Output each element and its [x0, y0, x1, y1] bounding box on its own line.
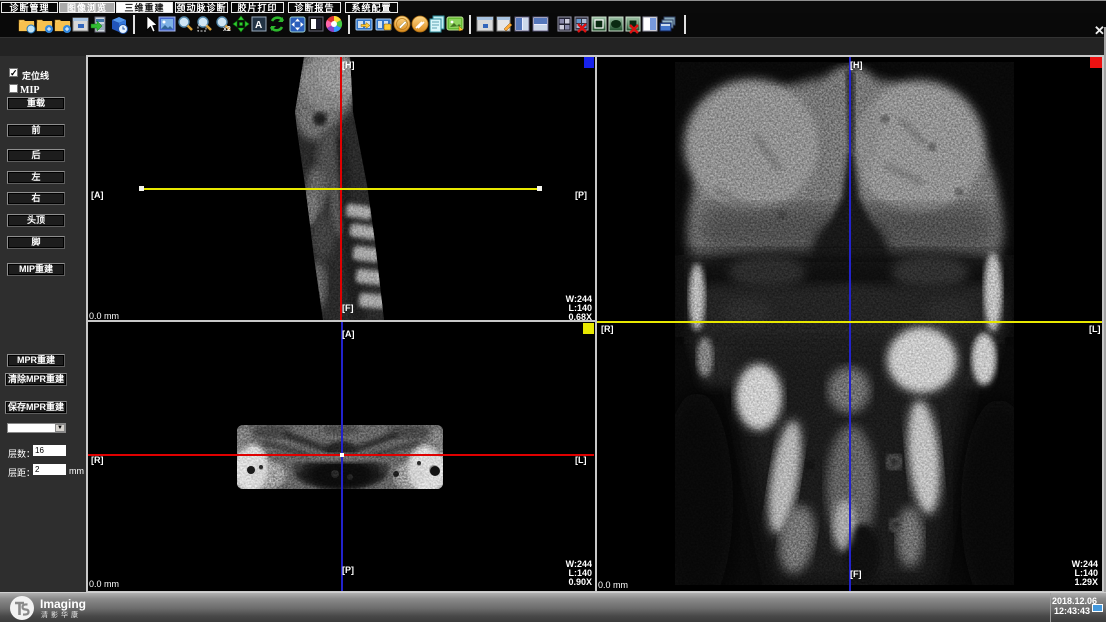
svg-text:x2: x2 [223, 26, 231, 33]
svg-text:A: A [255, 20, 262, 31]
